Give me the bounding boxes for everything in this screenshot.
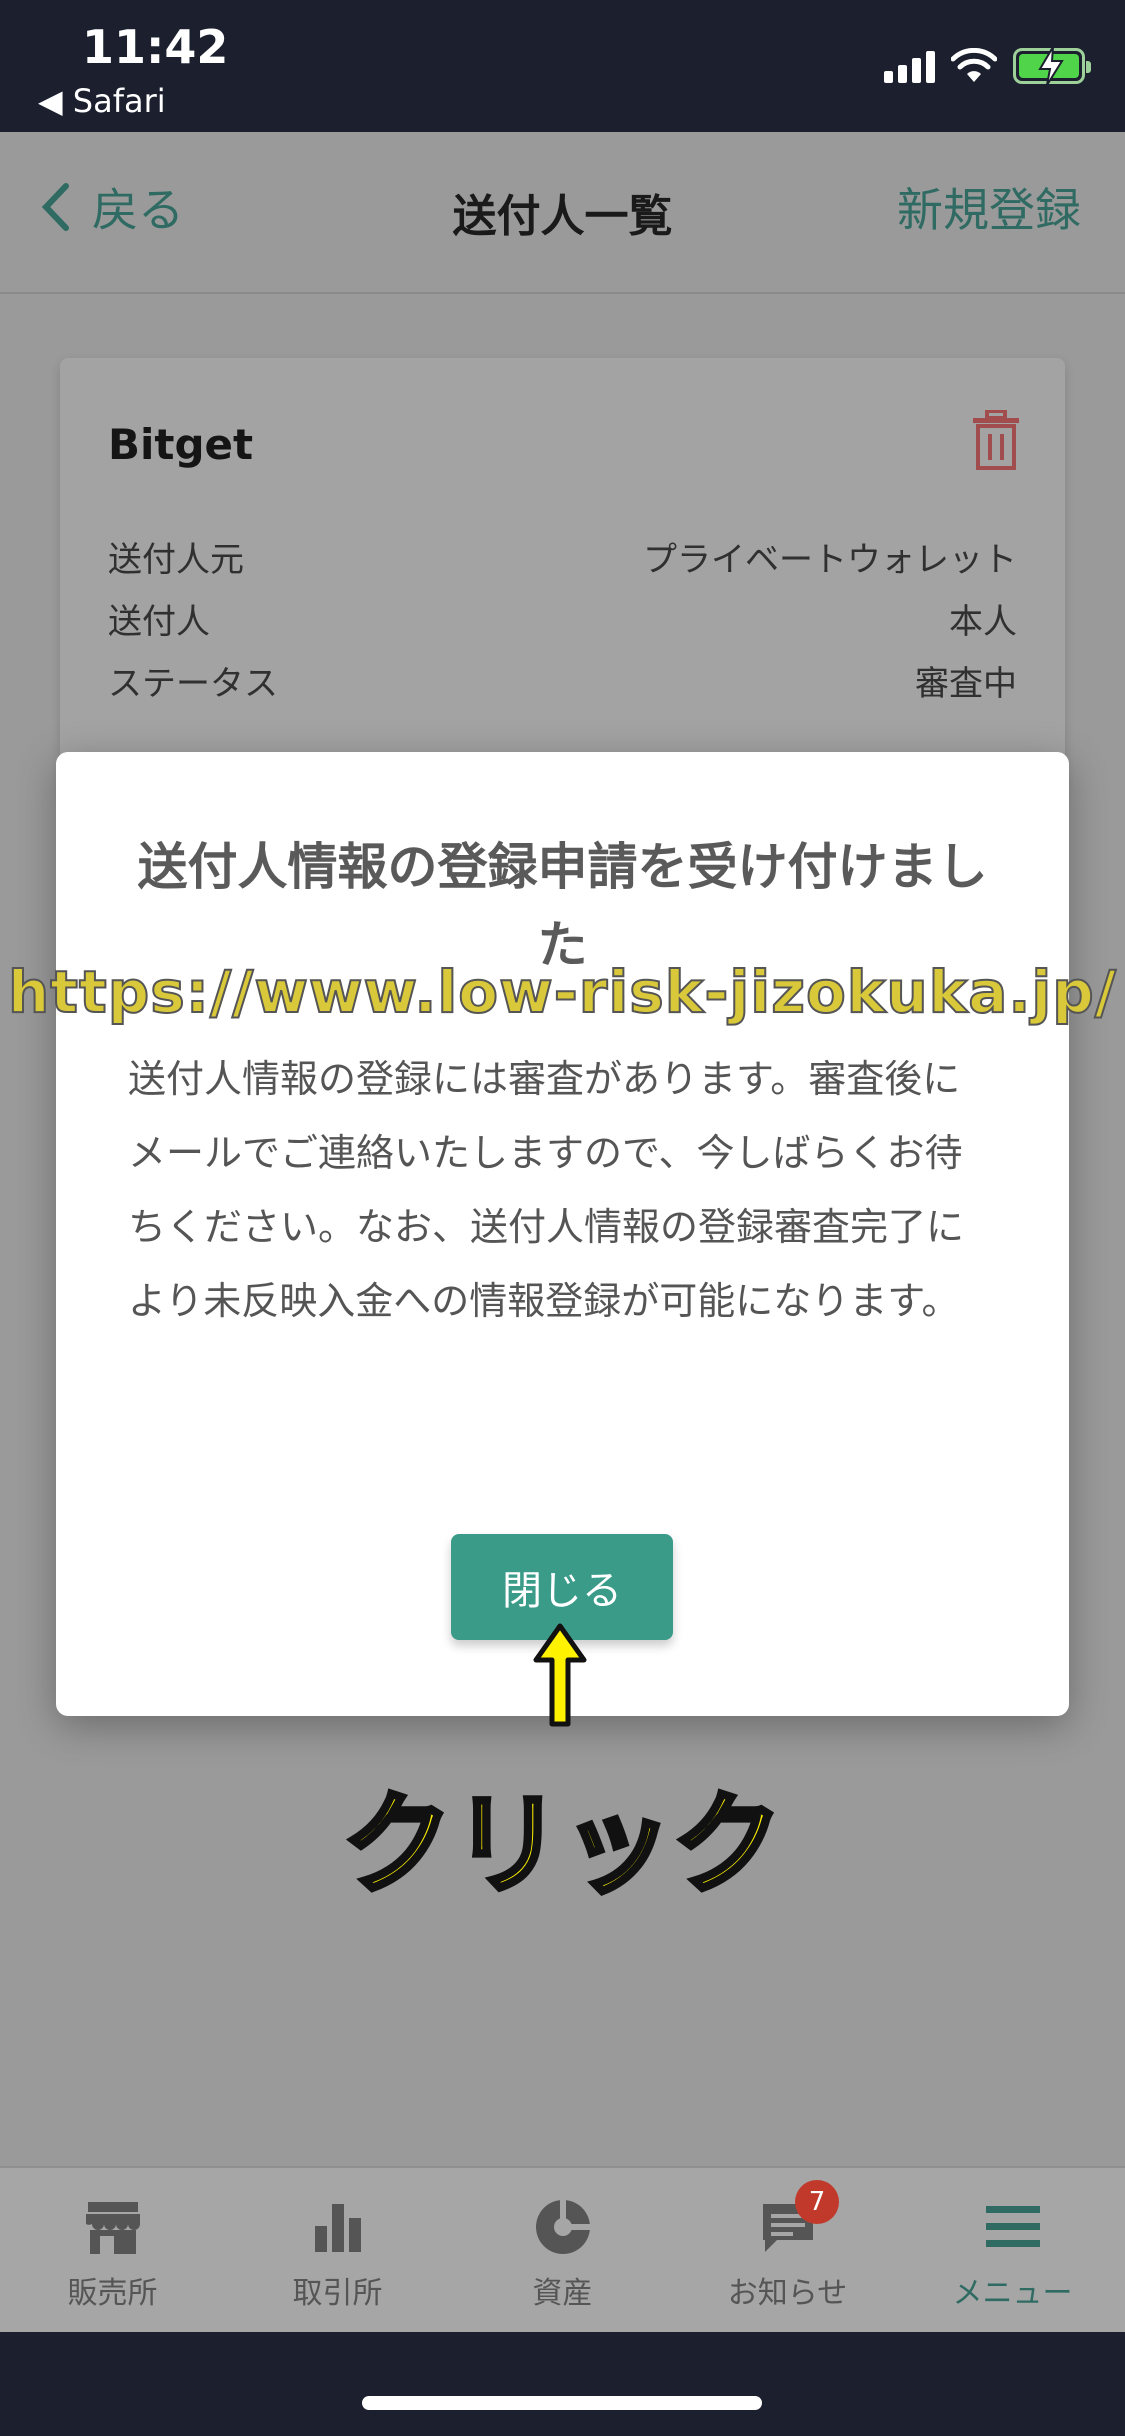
signal-icon bbox=[884, 49, 935, 83]
tab-bar: 販売所 取引所 資産 お知らせ 7 メニュー bbox=[0, 2166, 1125, 2332]
row-label: 送付人元 bbox=[108, 540, 244, 580]
tab-label: 販売所 bbox=[67, 2276, 158, 2311]
status-icons bbox=[884, 47, 1091, 85]
sender-card[interactable]: Bitget 送付人元 プライベートウォレット 送付人 本人 ステータス 審査中 bbox=[60, 358, 1065, 798]
back-to-safari[interactable]: ◀ Safari bbox=[38, 82, 166, 120]
pie-chart-icon bbox=[535, 2200, 590, 2254]
dialog-message: 送付人情報の登録には審査があります。審査後にメールでご連絡いたしますので、今しば… bbox=[128, 1057, 965, 1323]
card-row: 送付人 本人 bbox=[108, 594, 1017, 643]
notification-badge: 7 bbox=[795, 2180, 839, 2224]
tab-label: メニュー bbox=[952, 2276, 1073, 2311]
battery-icon bbox=[1013, 47, 1091, 85]
new-registration-button[interactable]: 新規登録 bbox=[897, 174, 1081, 240]
status-time: 11:42 bbox=[82, 20, 229, 74]
bottom-safe-area bbox=[0, 2332, 1125, 2436]
trash-icon[interactable] bbox=[969, 410, 1023, 470]
store-icon bbox=[85, 2202, 140, 2254]
row-label: ステータス bbox=[108, 664, 278, 704]
watermark-url: https://www.low-risk-jizokuka.jp/ bbox=[7, 957, 1117, 1027]
sender-name: Bitget bbox=[108, 420, 254, 469]
home-indicator[interactable] bbox=[362, 2396, 762, 2410]
row-value: プライベートウォレット bbox=[643, 540, 1017, 580]
card-row: ステータス 審査中 bbox=[108, 656, 1017, 705]
tab-menu[interactable]: メニュー bbox=[900, 2168, 1125, 2332]
menu-icon bbox=[985, 2206, 1040, 2247]
click-annotation: クリック bbox=[340, 1779, 785, 1912]
tab-assets[interactable]: 資産 bbox=[450, 2168, 675, 2332]
bar-chart-icon bbox=[314, 2204, 361, 2252]
arrow-up-icon bbox=[533, 1623, 587, 1727]
row-value: 本人 bbox=[949, 602, 1017, 642]
tab-sales[interactable]: 販売所 bbox=[0, 2168, 225, 2332]
status-bar: 11:42 ◀ Safari bbox=[0, 0, 1125, 132]
tab-exchange[interactable]: 取引所 bbox=[225, 2168, 450, 2332]
row-value: 審査中 bbox=[915, 664, 1017, 704]
tab-label: 資産 bbox=[532, 2276, 593, 2311]
row-label: 送付人 bbox=[108, 602, 210, 642]
wifi-icon bbox=[951, 48, 997, 82]
tab-label: 取引所 bbox=[292, 2276, 383, 2311]
card-row: 送付人元 プライベートウォレット bbox=[108, 532, 1017, 581]
confirmation-dialog: 送付人情報の登録申請を受け付けました 送付人情報の登録には審査があります。審査後… bbox=[56, 752, 1069, 1716]
tab-news[interactable]: お知らせ 7 bbox=[675, 2168, 900, 2332]
tab-label: お知らせ bbox=[727, 2276, 848, 2311]
navigation-bar: 戻る 送付人一覧 新規登録 bbox=[0, 132, 1125, 294]
